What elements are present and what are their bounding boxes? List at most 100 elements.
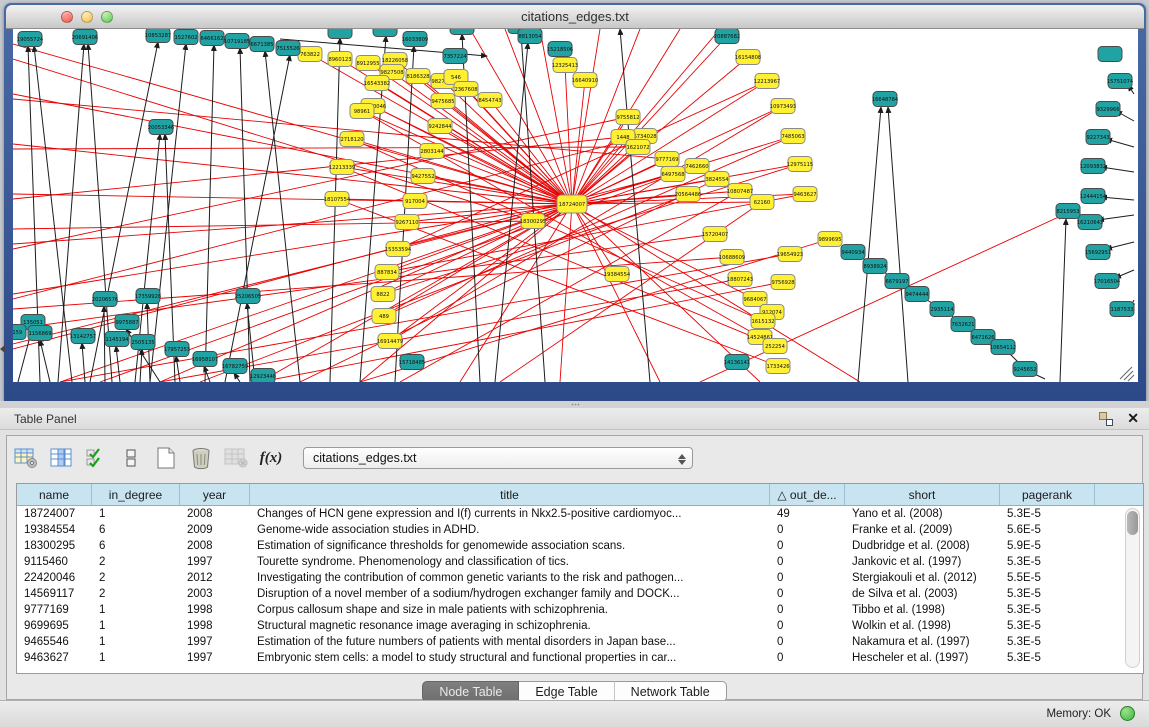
column-header-short[interactable]: short: [845, 484, 1000, 505]
table-row[interactable]: 1456911722003Disruption of a novel membe…: [17, 586, 1143, 602]
graph-node[interactable]: 9899695: [818, 232, 842, 247]
graph-node[interactable]: 6497568: [661, 167, 685, 182]
graph-node[interactable]: 8912955: [356, 56, 380, 71]
table-cell[interactable]: 2008: [180, 538, 250, 554]
column-header-name[interactable]: name: [17, 484, 92, 505]
graph-node[interactable]: 2935114: [930, 302, 954, 317]
table-cell[interactable]: Estimation of significance thresholds fo…: [250, 538, 770, 554]
table-cell[interactable]: 0: [770, 650, 845, 666]
graph-node[interactable]: 20887682: [714, 29, 740, 44]
column-header-in_degree[interactable]: in_degree: [92, 484, 180, 505]
table-cell[interactable]: Tourette syndrome. Phenomenology and cla…: [250, 554, 770, 570]
graph-node[interactable]: 39159: [13, 325, 26, 340]
table-cell[interactable]: Stergiakouli et al. (2012): [845, 570, 1000, 586]
graph-node[interactable]: 25206505: [235, 289, 261, 304]
table-cell[interactable]: 2: [92, 554, 180, 570]
graph-node[interactable]: 7632621: [951, 317, 975, 332]
graph-node[interactable]: 1621072: [626, 140, 650, 155]
graph-node[interactable]: 16782759: [222, 359, 248, 374]
graph-node[interactable]: [328, 29, 352, 39]
table-selector-dropdown[interactable]: citations_edges.txt: [303, 447, 693, 469]
table-cell[interactable]: 5.3E-5: [1000, 554, 1095, 570]
graph-node[interactable]: 16033809: [402, 32, 428, 47]
table-cell[interactable]: Nakamura et al. (1997): [845, 634, 1000, 650]
graph-node[interactable]: 19654923: [777, 247, 803, 262]
table-row[interactable]: 1872400712008Changes of HCN gene express…: [17, 506, 1143, 522]
graph-node[interactable]: 16640910: [572, 73, 598, 88]
graph-node[interactable]: 12213967: [754, 74, 780, 89]
table-cell[interactable]: Corpus callosum shape and size in male p…: [250, 602, 770, 618]
table-cell[interactable]: 5.3E-5: [1000, 634, 1095, 650]
graph-node[interactable]: 489: [372, 309, 396, 324]
table-row[interactable]: 911546021997Tourette syndrome. Phenomeno…: [17, 554, 1143, 570]
graph-node[interactable]: 252254: [763, 339, 787, 354]
table-cell[interactable]: 6: [92, 538, 180, 554]
table-cell[interactable]: 9699695: [17, 618, 92, 634]
tab-network-table[interactable]: Network Table: [615, 681, 727, 702]
table-settings-button[interactable]: [13, 445, 39, 471]
graph-node[interactable]: 10719185: [224, 34, 250, 49]
table-cell[interactable]: Hescheler et al. (1997): [845, 650, 1000, 666]
table-cell[interactable]: Wolkin et al. (1998): [845, 618, 1000, 634]
table-cell[interactable]: 49: [770, 506, 845, 522]
table-cell[interactable]: 1998: [180, 618, 250, 634]
graph-node[interactable]: 12093832: [1080, 159, 1106, 174]
graph-node[interactable]: 16958107: [192, 352, 218, 367]
table-cell[interactable]: 0: [770, 634, 845, 650]
table-cell[interactable]: 1997: [180, 634, 250, 650]
graph-node[interactable]: 9463627: [793, 187, 817, 202]
table-cell[interactable]: 1: [92, 602, 180, 618]
graph-node[interactable]: 1733426: [766, 359, 790, 374]
graph-node[interactable]: 8938924: [863, 259, 887, 274]
table-cell[interactable]: 1997: [180, 650, 250, 666]
graph-node[interactable]: 15751074: [1107, 74, 1134, 89]
graph-node[interactable]: 8822: [371, 287, 395, 302]
graph-node[interactable]: 9474444: [905, 287, 929, 302]
table-cell[interactable]: 0: [770, 570, 845, 586]
graph-node[interactable]: 62160: [750, 195, 774, 210]
table-cell[interactable]: 0: [770, 554, 845, 570]
table-cell[interactable]: Yano et al. (2008): [845, 506, 1000, 522]
column-header-title[interactable]: title: [250, 484, 770, 505]
graph-node[interactable]: 763822: [298, 47, 322, 62]
collapse-left-arrow-icon[interactable]: [0, 345, 5, 353]
graph-node[interactable]: 16648784: [872, 92, 899, 107]
graph-node[interactable]: 15218506: [547, 42, 573, 57]
graph-node[interactable]: 20691406: [72, 30, 98, 45]
table-cell[interactable]: 2: [92, 570, 180, 586]
row-height-button[interactable]: [118, 445, 144, 471]
table-row[interactable]: 946554611997Estimation of the future num…: [17, 634, 1143, 650]
graph-node[interactable]: 9329966: [1096, 102, 1120, 117]
table-row[interactable]: 977716911998Corpus callosum shape and si…: [17, 602, 1143, 618]
graph-node[interactable]: 1145194: [105, 332, 129, 347]
new-table-button[interactable]: [153, 445, 179, 471]
graph-node[interactable]: [373, 29, 397, 37]
table-cell[interactable]: 5.3E-5: [1000, 650, 1095, 666]
horizontal-splitter[interactable]: [0, 401, 1149, 408]
graph-node[interactable]: 20053346: [148, 120, 174, 135]
table-cell[interactable]: Franke et al. (2009): [845, 522, 1000, 538]
table-cell[interactable]: 5.3E-5: [1000, 586, 1095, 602]
dropdown-stepper-icon[interactable]: [675, 451, 688, 467]
graph-node[interactable]: 9440934: [841, 245, 865, 260]
table-cell[interactable]: Changes of HCN gene expression and I(f) …: [250, 506, 770, 522]
graph-node[interactable]: 6671385: [250, 37, 274, 52]
table-cell[interactable]: Structural magnetic resonance image aver…: [250, 618, 770, 634]
table-cell[interactable]: Embryonic stem cells: a model to study s…: [250, 650, 770, 666]
graph-node[interactable]: 1527602: [174, 30, 198, 45]
network-window-titlebar[interactable]: citations_edges.txt: [6, 5, 1144, 29]
table-cell[interactable]: Estimation of the future numbers of pati…: [250, 634, 770, 650]
delete-column-button[interactable]: [188, 445, 214, 471]
graph-node[interactable]: 12444154: [1080, 189, 1107, 204]
graph-node[interactable]: 20206576: [92, 292, 118, 307]
graph-node[interactable]: 9475685: [431, 94, 455, 109]
table-row[interactable]: 946362711997Embryonic stem cells: a mode…: [17, 650, 1143, 666]
table-cell[interactable]: Tibbo et al. (1998): [845, 602, 1000, 618]
graph-node[interactable]: 2505135: [131, 335, 155, 350]
table-cell[interactable]: de Silva et al. (2003): [845, 586, 1000, 602]
column-header-year[interactable]: year: [180, 484, 250, 505]
select-columns-button[interactable]: [48, 445, 74, 471]
graph-node[interactable]: 19055724: [17, 32, 44, 47]
graph-node[interactable]: 10853287: [145, 29, 171, 43]
function-builder-button[interactable]: f(x): [258, 445, 284, 471]
